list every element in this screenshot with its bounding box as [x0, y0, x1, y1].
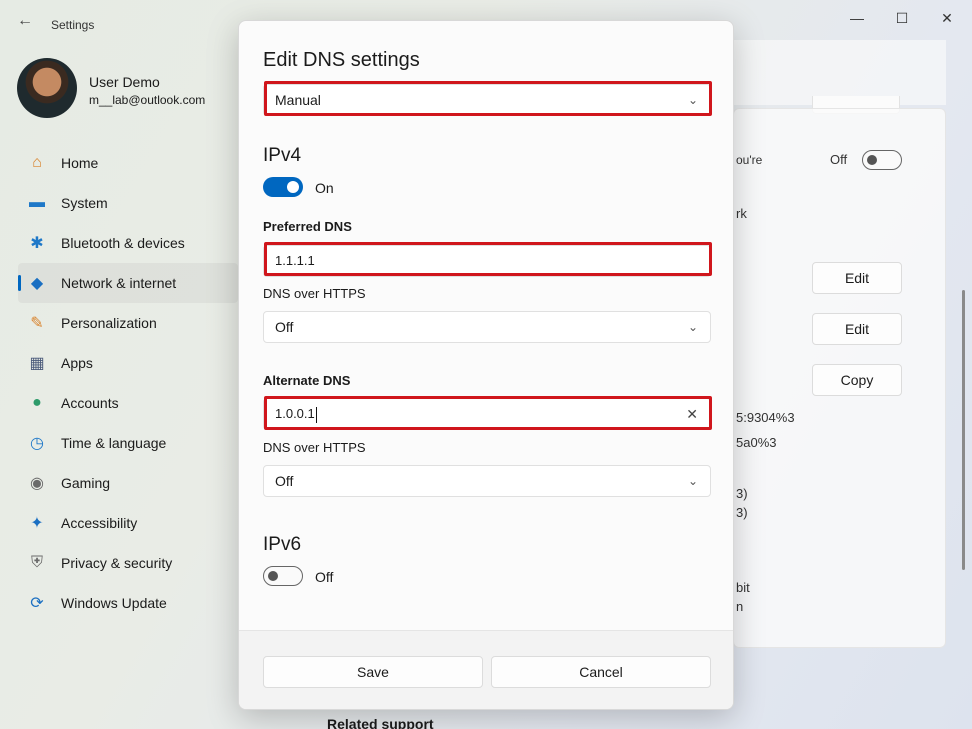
alternate-doh-label: DNS over HTTPS: [263, 440, 366, 455]
sidebar-item-privacy-security[interactable]: ⛨ Privacy & security: [18, 543, 238, 583]
ipv6-heading: IPv6: [263, 534, 302, 555]
manufacturer-fragment: n: [736, 599, 744, 614]
chevron-down-icon: ⌄: [687, 474, 698, 488]
shield-icon: ⛨: [30, 554, 43, 571]
metered-connection-toggle[interactable]: [862, 150, 902, 170]
sidebar-item-label: Time & language: [61, 435, 167, 451]
highlight-frame: [264, 242, 712, 276]
link-speed-fragment: bit: [736, 580, 750, 595]
link-fragment[interactable]: rk: [736, 206, 747, 221]
sidebar-item-time-language[interactable]: ◷ Time & language: [18, 423, 238, 463]
sidebar-item-label: Home: [61, 155, 99, 171]
sidebar-item-apps[interactable]: ▦ Apps: [18, 343, 238, 383]
highlight-frame: [264, 81, 712, 116]
chevron-down-icon: ⌄: [687, 320, 698, 334]
sidebar-item-label: Privacy & security: [61, 555, 173, 571]
close-icon[interactable]: ✕: [933, 6, 961, 30]
bluetooth-icon: ✱: [30, 235, 44, 252]
copy-button[interactable]: Copy: [812, 364, 902, 396]
sidebar-item-home[interactable]: ⌂ Home: [18, 143, 238, 183]
sidebar-item-accessibility[interactable]: ✦ Accessibility: [18, 503, 238, 543]
dns-server-fragment: 3): [736, 505, 748, 520]
ipv4-toggle[interactable]: [263, 177, 303, 197]
sidebar-item-bluetooth[interactable]: ✱ Bluetooth & devices: [18, 223, 238, 263]
edit-dns-dialog: Edit DNS settings Manual ⌄ IPv4 On Prefe…: [238, 20, 734, 710]
minimize-icon[interactable]: —: [843, 6, 871, 30]
preferred-doh-value: Off: [275, 319, 294, 335]
preferred-doh-dropdown[interactable]: Off ⌄: [263, 311, 711, 343]
metered-notice-fragment: ou're: [736, 153, 763, 167]
dialog-footer: Save Cancel: [239, 630, 733, 709]
dns-server-fragment: 3): [736, 486, 748, 501]
monitor-icon: ▬: [29, 194, 45, 211]
avatar[interactable]: [17, 58, 77, 118]
sidebar-item-label: Bluetooth & devices: [61, 235, 185, 251]
back-arrow-icon[interactable]: ←: [14, 10, 36, 32]
sidebar-item-label: Accounts: [61, 395, 119, 411]
save-button[interactable]: Save: [263, 656, 483, 688]
edit-dns-button[interactable]: Edit: [812, 313, 902, 345]
edit-ip-button[interactable]: Edit: [812, 262, 902, 294]
ipv6-gateway-fragment: 5a0%3: [736, 435, 777, 450]
ipv4-heading: IPv4: [263, 145, 302, 166]
alternate-doh-value: Off: [275, 473, 294, 489]
scrollbar[interactable]: [962, 290, 965, 570]
preferred-dns-label: Preferred DNS: [263, 219, 352, 234]
sidebar-item-label: System: [61, 195, 108, 211]
metered-toggle-label: Off: [830, 152, 848, 167]
home-icon: ⌂: [32, 154, 42, 171]
sidebar-item-gaming[interactable]: ◉ Gaming: [18, 463, 238, 503]
highlight-frame: [264, 396, 712, 430]
user-name: User Demo: [89, 74, 160, 90]
sidebar-item-label: Windows Update: [61, 595, 167, 611]
sidebar-item-label: Personalization: [61, 315, 157, 331]
sidebar-item-windows-update[interactable]: ⟳ Windows Update: [18, 583, 238, 623]
accounts-icon: ●: [32, 394, 42, 411]
clock-globe-icon: ◷: [30, 435, 44, 452]
sidebar-item-label: Accessibility: [61, 515, 138, 531]
maximize-icon[interactable]: ☐: [888, 6, 916, 30]
related-support-heading: Related support: [327, 716, 434, 729]
sidebar-item-label: Gaming: [61, 475, 111, 491]
ipv6-toggle[interactable]: [263, 566, 303, 586]
dialog-title: Edit DNS settings: [263, 49, 420, 71]
sidebar-item-label: Network & internet: [61, 275, 177, 291]
sidebar-item-personalization[interactable]: ✎ Personalization: [18, 303, 238, 343]
ipv6-address-fragment: 5:9304%3: [736, 410, 795, 425]
sidebar-item-label: Apps: [61, 355, 93, 371]
sidebar-item-system[interactable]: ▬ System: [18, 183, 238, 223]
ipv6-toggle-state: Off: [315, 569, 334, 585]
gamepad-icon: ◉: [30, 475, 44, 492]
apps-icon: ▦: [29, 355, 45, 372]
ipv4-toggle-state: On: [315, 180, 334, 196]
accessibility-icon: ✦: [30, 515, 44, 532]
alternate-doh-dropdown[interactable]: Off ⌄: [263, 465, 711, 497]
brush-icon: ✎: [30, 315, 44, 332]
wifi-icon: ◆: [30, 275, 44, 292]
user-profile[interactable]: User Demo m__lab@outlook.com: [17, 58, 237, 118]
cancel-button[interactable]: Cancel: [491, 656, 711, 688]
update-icon: ⟳: [30, 595, 44, 612]
sidebar-item-network[interactable]: ◆ Network & internet: [18, 263, 238, 303]
alternate-dns-label: Alternate DNS: [263, 373, 351, 388]
user-email: m__lab@outlook.com: [89, 93, 206, 107]
sidebar-nav: ⌂ Home ▬ System ✱ Bluetooth & devices ◆ …: [18, 143, 238, 623]
sidebar-item-accounts[interactable]: ● Accounts: [18, 383, 238, 423]
preferred-doh-label: DNS over HTTPS: [263, 286, 366, 301]
app-title: Settings: [51, 18, 95, 32]
